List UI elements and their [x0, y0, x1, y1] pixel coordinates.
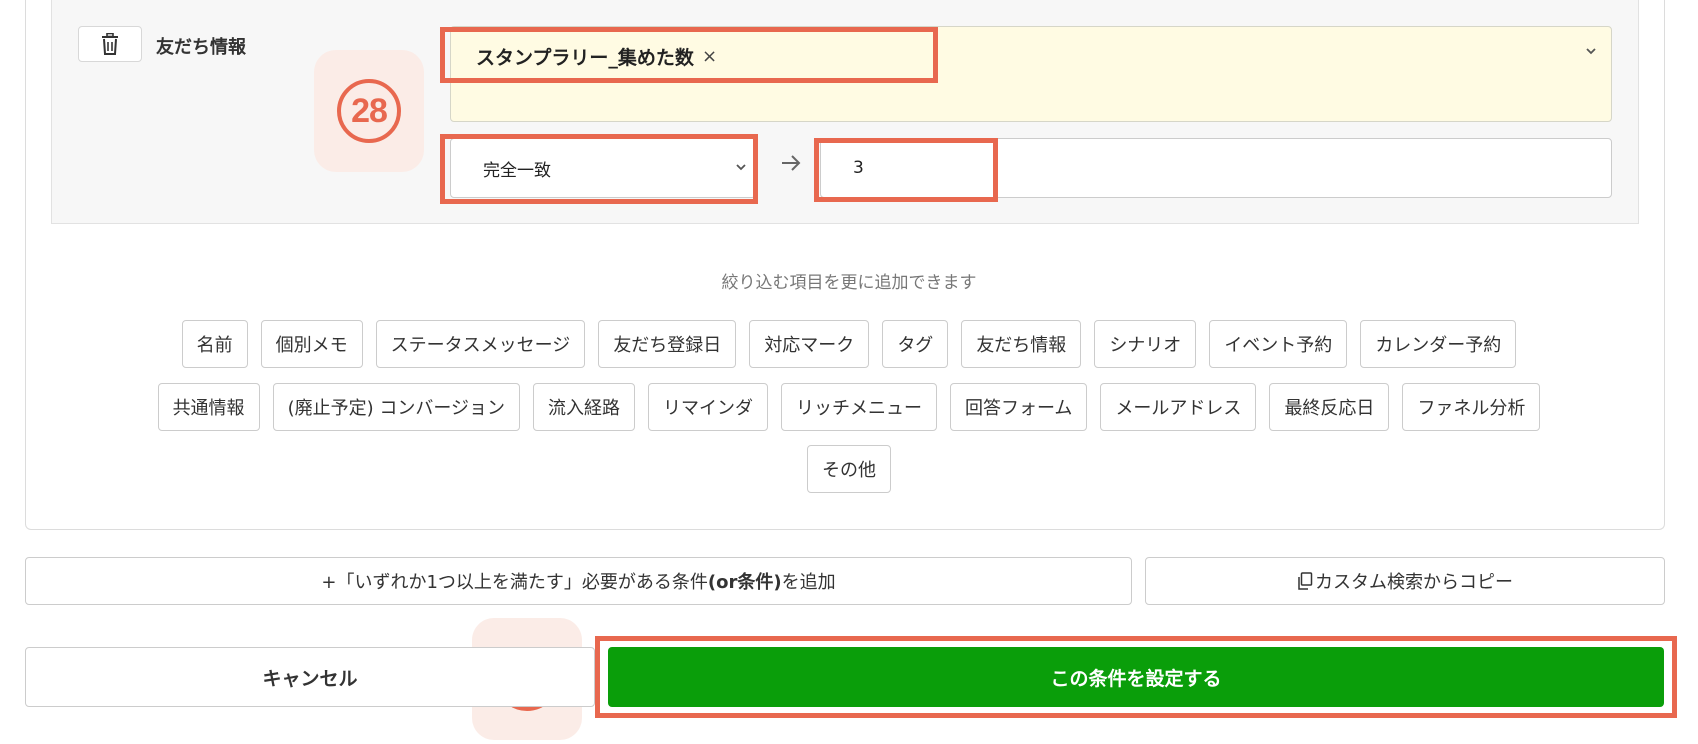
copy-label: カスタム検索からコピー — [1315, 572, 1513, 593]
filter-tag-button[interactable]: 友だち情報 — [961, 320, 1082, 368]
filter-tag-button[interactable]: 回答フォーム — [949, 383, 1088, 431]
helper-text: 絞り込む項目を更に追加できます — [721, 273, 977, 293]
filter-tag-button[interactable]: 対応マーク — [749, 320, 870, 368]
filter-tag-button[interactable]: リッチメニュー — [780, 383, 937, 431]
delete-condition-button[interactable] — [78, 26, 142, 62]
filter-tag-button[interactable]: タグ — [882, 320, 949, 368]
highlight-value — [814, 138, 998, 202]
filter-tag-row: その他 — [0, 445, 1698, 493]
filter-tag-button[interactable]: ステータスメッセージ — [375, 320, 586, 368]
highlight-field-chip — [440, 27, 938, 83]
filter-tag-button[interactable]: 名前 — [181, 320, 248, 368]
filter-tag-button[interactable]: 流入経路 — [532, 383, 635, 431]
filter-tag-row: 共通情報 (廃止予定) コンバージョン 流入経路 リマインダ リッチメニュー 回答フォーム… — [0, 383, 1698, 431]
filter-tag-row: 名前 個別メモ ステータスメッセージ 友だち登録日 対応マーク タグ 友だち情報 シナリオ イベ… — [0, 320, 1698, 368]
filter-tag-button[interactable]: 友だち登録日 — [598, 320, 737, 368]
filter-tag-button[interactable]: 個別メモ — [260, 320, 363, 368]
step-number: 28 — [337, 79, 401, 143]
cancel-button[interactable]: キャンセル — [25, 647, 595, 707]
filter-tag-button[interactable]: 共通情報 — [157, 383, 260, 431]
filter-tag-button[interactable]: リマインダ — [647, 383, 768, 431]
filter-tag-button[interactable]: ファネル分析 — [1402, 383, 1541, 431]
add-or-condition-button[interactable]: +「いずれか1つ以上を満たす」必要がある条件 (or条件) を追加 — [25, 557, 1132, 605]
add-or-suffix: を追加 — [781, 572, 836, 593]
copy-from-custom-search-button[interactable]: カスタム検索からコピー — [1145, 557, 1665, 605]
chevron-down-icon[interactable] — [1584, 44, 1598, 58]
filter-tag-button[interactable]: メールアドレス — [1100, 383, 1257, 431]
copy-icon — [1298, 572, 1313, 590]
filter-tag-button[interactable]: シナリオ — [1094, 320, 1197, 368]
set-condition-button[interactable]: この条件を設定する — [608, 647, 1664, 707]
filter-tag-button[interactable]: (廃止予定) コンバージョン — [272, 383, 520, 431]
add-or-bold: (or条件) — [707, 572, 782, 593]
filter-tag-button[interactable]: 最終反応日 — [1269, 383, 1390, 431]
condition-label: 友だち情報 — [156, 37, 246, 58]
trash-icon — [102, 33, 118, 55]
filter-tag-button[interactable]: その他 — [807, 445, 891, 493]
highlight-match-mode — [440, 134, 758, 204]
step-badge-28: 28 — [314, 50, 424, 172]
filter-tag-button[interactable]: カレンダー予約 — [1360, 320, 1517, 368]
arrow-right-icon — [782, 155, 801, 171]
filter-tag-button[interactable]: イベント予約 — [1209, 320, 1348, 368]
add-or-prefix: +「いずれか1つ以上を満たす」必要がある条件 — [321, 572, 708, 593]
